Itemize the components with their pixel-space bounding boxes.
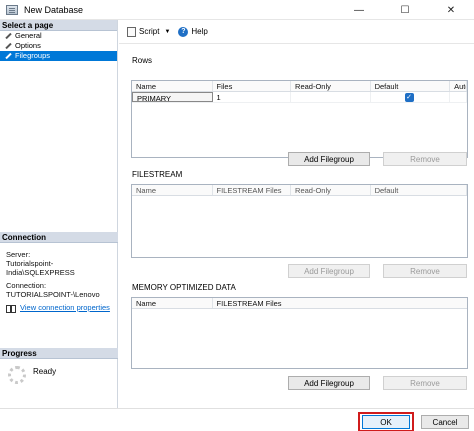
- ok-button[interactable]: OK: [362, 415, 410, 429]
- view-connection-row: View connection properties: [0, 303, 118, 313]
- help-button[interactable]: ? Help: [178, 26, 208, 37]
- page-item-filegroups[interactable]: Filegroups: [0, 51, 117, 61]
- progress-status: Ready: [33, 367, 57, 376]
- cell-name[interactable]: PRIMARY: [132, 92, 213, 102]
- column-header-filestream-files[interactable]: FILESTREAM Files: [213, 185, 292, 195]
- rows-add-filegroup-button[interactable]: Add Filegroup: [288, 152, 370, 166]
- filestream-remove-button[interactable]: Remove: [383, 264, 467, 278]
- minimize-button[interactable]: —: [336, 0, 382, 20]
- default-checkbox[interactable]: ✓: [404, 93, 414, 102]
- progress-section: Progress Ready: [0, 348, 118, 384]
- view-connection-properties-link[interactable]: View connection properties: [20, 303, 110, 312]
- script-button[interactable]: Script ▼: [127, 26, 170, 37]
- left-pane: Select a page General Options Filegroups…: [0, 20, 118, 408]
- column-header-read-only[interactable]: Read-Only: [291, 185, 371, 195]
- filestream-add-filegroup-button[interactable]: Add Filegroup: [288, 264, 370, 278]
- help-icon: ?: [178, 26, 189, 37]
- cell-default: ✓: [371, 92, 451, 102]
- memory-optimized-label: MEMORY OPTIMIZED DATA: [132, 283, 236, 292]
- connection-section: Connection Server: Tutorialspoint-India\…: [0, 232, 118, 313]
- rows-grid[interactable]: Name Files Read-Only Default Auto PRIMAR…: [131, 80, 468, 158]
- dialog-footer: OK Cancel: [0, 408, 474, 431]
- wrench-icon: [4, 42, 12, 50]
- memory-add-filegroup-button[interactable]: Add Filegroup: [288, 376, 370, 390]
- rows-grid-header: Name Files Read-Only Default Auto: [132, 81, 467, 92]
- rows-label: Rows: [132, 56, 153, 65]
- main-pane: Script ▼ ? Help Rows Name Files Read-Onl…: [119, 20, 474, 408]
- column-header-name[interactable]: Name: [132, 81, 213, 91]
- connection-label: Connection:: [6, 281, 47, 290]
- select-page-header: Select a page: [0, 20, 117, 31]
- memory-optimized-grid-header: Name FILESTREAM Files: [132, 298, 467, 309]
- page-item-general[interactable]: General: [0, 31, 117, 41]
- connection-properties-icon: [6, 304, 16, 313]
- cell-files[interactable]: 1: [213, 92, 292, 102]
- column-header-name[interactable]: Name: [132, 298, 213, 308]
- progress-spinner-icon: [8, 366, 26, 384]
- page-item-label: Filegroups: [15, 51, 51, 60]
- window-title: New Database: [24, 4, 84, 15]
- wrench-icon: [4, 52, 12, 60]
- table-row[interactable]: PRIMARY 1 ✓: [132, 92, 467, 103]
- server-value: Tutorialspoint-India\SQLEXPRESS: [6, 259, 75, 277]
- connection-value: TUTORIALSPOINT-\Lenovo: [6, 290, 100, 299]
- wrench-icon: [4, 32, 12, 40]
- maximize-button[interactable]: ☐: [382, 0, 428, 20]
- column-header-filestream-files[interactable]: FILESTREAM Files: [213, 298, 467, 308]
- page-item-options[interactable]: Options: [0, 41, 117, 51]
- page-item-label: Options: [15, 41, 41, 50]
- cancel-button[interactable]: Cancel: [421, 415, 469, 429]
- memory-remove-button[interactable]: Remove: [383, 376, 467, 390]
- rows-remove-button[interactable]: Remove: [383, 152, 467, 166]
- column-header-read-only[interactable]: Read-Only: [291, 81, 371, 91]
- database-app-icon: [6, 4, 18, 15]
- script-icon: [127, 26, 136, 37]
- cell-auto[interactable]: [450, 92, 467, 102]
- help-label: Help: [191, 27, 208, 36]
- chevron-down-icon[interactable]: ▼: [164, 29, 170, 35]
- close-button[interactable]: ✕: [428, 0, 474, 20]
- progress-header: Progress: [0, 348, 118, 359]
- filestream-grid[interactable]: Name FILESTREAM Files Read-Only Default: [131, 184, 468, 258]
- column-header-files[interactable]: Files: [213, 81, 292, 91]
- cell-read-only[interactable]: [291, 92, 371, 102]
- title-bar: New Database — ☐ ✕: [0, 0, 474, 20]
- column-header-default[interactable]: Default: [371, 185, 467, 195]
- page-item-label: General: [15, 31, 42, 40]
- column-header-name[interactable]: Name: [132, 185, 213, 195]
- filestream-grid-header: Name FILESTREAM Files Read-Only Default: [132, 185, 467, 196]
- filestream-label: FILESTREAM: [132, 170, 183, 179]
- window-controls: — ☐ ✕: [336, 0, 474, 20]
- script-label: Script: [139, 27, 160, 36]
- column-header-default[interactable]: Default: [371, 81, 451, 91]
- column-header-auto[interactable]: Auto: [450, 81, 467, 91]
- memory-optimized-grid[interactable]: Name FILESTREAM Files: [131, 297, 468, 369]
- server-label: Server:: [6, 250, 31, 259]
- connection-header: Connection: [0, 232, 118, 243]
- toolbar: Script ▼ ? Help: [119, 20, 474, 44]
